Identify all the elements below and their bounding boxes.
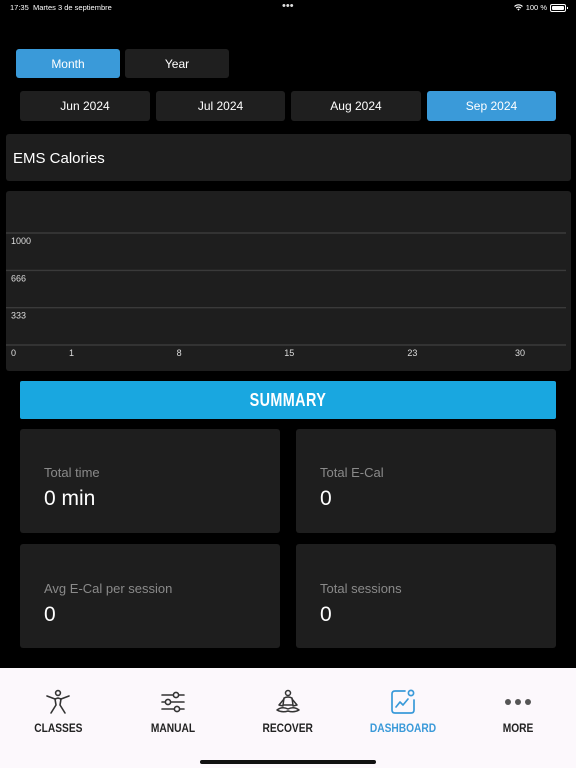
x-tick-label: 23 [407,348,417,358]
tab-label: RECOVER [262,721,314,735]
tab-label: MANUAL [150,721,196,735]
month-aug-2024[interactable]: Aug 2024 [291,91,421,121]
tab-classes[interactable]: CLASSES [8,668,108,748]
chart-title: EMS Calories [13,150,105,167]
x-tick-label: 15 [284,348,294,358]
stat-label: Total E-Cal [320,465,384,480]
month-jun-2024[interactable]: Jun 2024 [20,91,150,121]
tab-more[interactable]: MORE [468,668,568,748]
month-sep-2024[interactable]: Sep 2024 [427,91,556,121]
stat-label: Total sessions [320,581,402,596]
person-stretch-icon [46,689,70,714]
tab-label: CLASSES [33,721,83,735]
home-indicator [200,760,376,764]
stat-label: Avg E-Cal per session [44,581,173,596]
ellipsis-icon [505,699,531,705]
stat-total-time: Total time 0 min [20,429,280,533]
toggle-month[interactable]: Month [16,49,120,78]
month-jul-2024[interactable]: Jul 2024 [156,91,285,121]
status-right: 100 % [513,3,568,12]
ems-calories-chart: 0 333 666 1000 1 8 15 23 30 [6,232,566,358]
tab-bar: CLASSES MANUAL RECOVER DASHBOARD MORE [0,668,576,768]
battery-percent: 100 % [525,3,547,12]
status-time: 17:35 [10,3,29,12]
y-tick-label: 0 [11,348,16,358]
tab-label: MORE [502,721,534,735]
y-tick-label: 666 [11,273,26,283]
battery-icon [550,3,568,12]
summary-label: SUMMARY [249,389,327,410]
x-tick-label: 1 [69,348,74,358]
chart-panel: 0 333 666 1000 1 8 15 23 30 [6,191,571,371]
toggle-year[interactable]: Year [125,49,229,78]
stat-total-sessions: Total sessions 0 [296,544,556,648]
chart-badge-icon [391,689,415,714]
status-date: Martes 3 de septiembre [33,3,112,12]
x-tick-label: 30 [515,348,525,358]
stat-value: 0 [320,603,332,626]
tab-manual[interactable]: MANUAL [123,668,223,748]
stat-label: Total time [44,465,100,480]
meditation-icon [276,689,300,713]
stat-total-ecal: Total E-Cal 0 [296,429,556,533]
tab-recover[interactable]: RECOVER [238,668,338,748]
multitasking-dots-icon[interactable]: ••• [282,0,294,12]
tab-label: DASHBOARD [369,721,437,735]
y-tick-label: 333 [11,311,26,321]
summary-button[interactable]: SUMMARY [20,381,556,419]
stat-value: 0 [320,487,332,510]
stat-avg-ecal: Avg E-Cal per session 0 [20,544,280,648]
tab-dashboard[interactable]: DASHBOARD [353,668,453,748]
x-tick-label: 8 [177,348,182,358]
sliders-icon [161,691,185,713]
stat-value: 0 [44,603,56,626]
y-tick-label: 1000 [11,236,31,246]
stat-value: 0 min [44,487,96,510]
wifi-icon [513,4,523,11]
status-bar: 17:35 Martes 3 de septiembre ••• 100 % [0,0,576,16]
